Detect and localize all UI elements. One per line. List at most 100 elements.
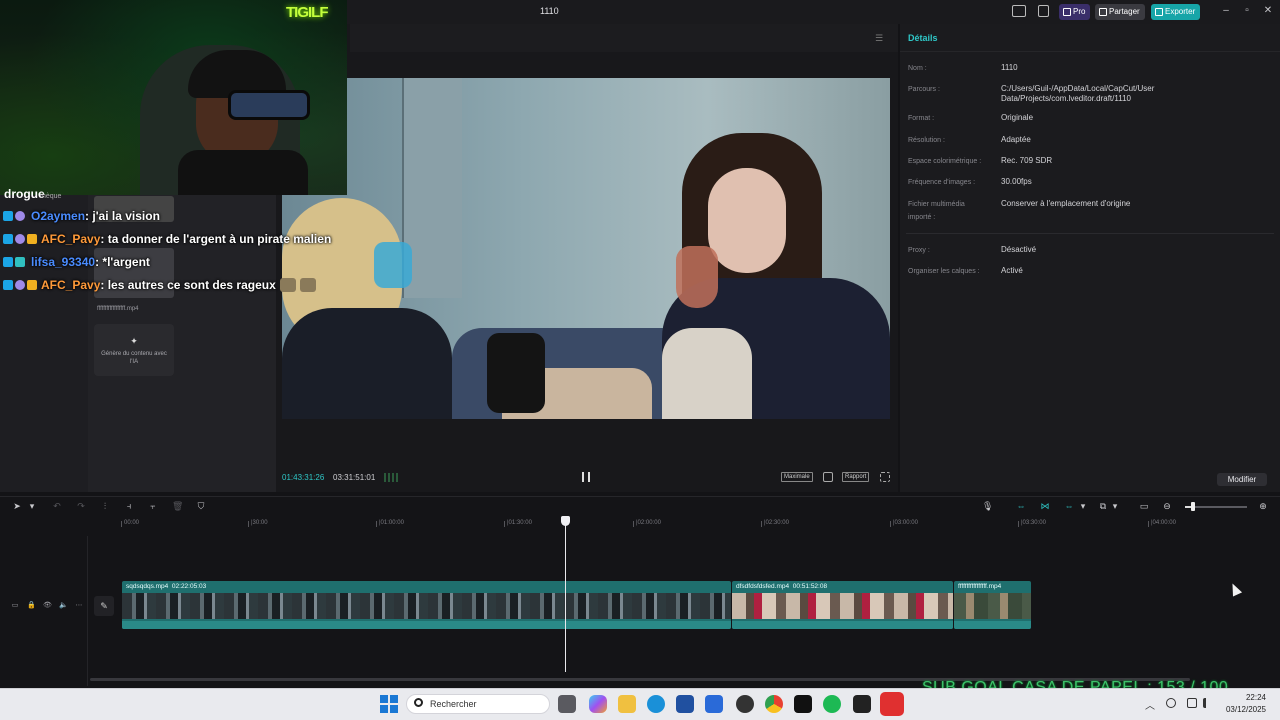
app-icon[interactable] (880, 692, 904, 716)
pro-button[interactable]: Pro (1059, 4, 1091, 20)
eye-icon[interactable]: 👁 (43, 602, 52, 610)
microphone-icon[interactable] (1166, 698, 1176, 708)
webcam-overlay: TIGILF (0, 0, 347, 195)
preview-axis-icon[interactable]: ⧉ (1096, 501, 1110, 511)
emote-icon (299, 278, 316, 292)
taskbar-search[interactable] (406, 694, 550, 714)
player-header (350, 24, 898, 52)
badge-icon (15, 234, 25, 244)
volume-icon[interactable] (1203, 698, 1213, 708)
app-icon[interactable] (705, 695, 723, 713)
detail-value: Désactivé (1001, 245, 1037, 254)
select-tool-icon[interactable]: ➤ (12, 501, 22, 511)
trim-left-icon[interactable]: ⫞ (124, 501, 134, 511)
delete-icon[interactable]: 🗑 (172, 501, 183, 511)
badge-icon (3, 280, 13, 290)
clip-thumbnails (732, 593, 953, 619)
tiktok-icon[interactable] (794, 695, 812, 713)
ratio-button[interactable]: Rapport (842, 472, 870, 482)
screenshot-icon[interactable] (823, 472, 833, 482)
playhead[interactable] (565, 520, 566, 672)
ruler-tick: |03:00:00 (890, 520, 918, 527)
more-icon[interactable]: ⋯ (75, 602, 83, 610)
ruler-tick: 00:00 (120, 520, 140, 527)
chrome-icon[interactable] (765, 695, 783, 713)
pause-button[interactable] (582, 472, 590, 482)
edit-cover-button[interactable]: ✎ (94, 596, 114, 616)
search-placeholder: Rechercher (430, 699, 477, 709)
microphone-icon[interactable]: 🎙 (982, 501, 993, 511)
close-button[interactable]: ✕ (1261, 4, 1275, 18)
snap-icon[interactable]: ⇔ (1062, 501, 1076, 511)
shortcut-icon[interactable] (1038, 5, 1049, 17)
layout-icon[interactable] (1012, 5, 1026, 17)
window-title: 1110 (540, 6, 559, 16)
detail-value: 1110 (1001, 63, 1018, 72)
detail-value: Rec. 709 SDR (1001, 156, 1053, 165)
speaker-icon[interactable]: 🔈 (59, 602, 68, 610)
quality-button[interactable]: Maximale (781, 472, 813, 482)
video-clip[interactable]: dfsdfdsfdsfed.mp4 00:51:52:08 (732, 581, 953, 629)
chat-text: : ta donner de l'argent à un pirate mali… (100, 232, 332, 246)
video-scene (676, 246, 718, 308)
spotify-icon[interactable] (823, 695, 841, 713)
task-view-icon[interactable] (558, 695, 576, 713)
chevron-up-icon[interactable]: ︿ (1145, 697, 1155, 712)
media-caption: ffffffffffffffffff.mp4 (97, 306, 139, 312)
network-icon[interactable] (1187, 698, 1197, 708)
undo-icon[interactable]: ↶ (52, 501, 62, 511)
magnet-icon[interactable]: ⋈ (1038, 501, 1052, 511)
split-icon[interactable]: ⫶ (100, 501, 110, 511)
upload-icon (1155, 8, 1163, 16)
ruler-tick: |03:30:00 (1018, 520, 1046, 527)
cover-icon[interactable]: ▭ (11, 602, 19, 610)
zoom-in-icon[interactable]: ⊕ (1258, 501, 1268, 511)
detail-label: Organiser les calques : (908, 268, 980, 275)
badge-icon (15, 211, 25, 221)
redo-icon[interactable]: ↷ (76, 501, 86, 511)
badge-icon (15, 257, 25, 267)
chevron-down-icon[interactable]: ▾ (1078, 501, 1088, 511)
file-explorer-icon[interactable] (618, 695, 636, 713)
chevron-down-icon[interactable]: ▾ (27, 501, 37, 511)
taskbar (0, 688, 1280, 720)
share-button[interactable]: Partager (1095, 4, 1145, 20)
trim-right-icon[interactable]: ⫟ (148, 501, 158, 511)
maximize-button[interactable]: ▫ (1240, 4, 1254, 18)
shield-icon[interactable]: ⛉ (196, 501, 206, 511)
modify-button[interactable]: Modifier (1217, 473, 1267, 486)
zoom-out-icon[interactable]: ⊖ (1162, 501, 1172, 511)
ai-generate-card[interactable]: ✦ Génère du contenu avec l'IA (94, 324, 174, 376)
lock-icon[interactable]: 🔒 (27, 602, 36, 610)
edge-icon[interactable] (647, 695, 665, 713)
chat-text: : j'ai la vision (85, 209, 160, 223)
app-icon[interactable] (736, 695, 754, 713)
capcut-icon[interactable] (853, 695, 871, 713)
clock-date[interactable]: 03/12/2025 (1222, 705, 1266, 714)
fullscreen-icon[interactable] (880, 472, 890, 482)
detail-label: Espace colorimétrique : (908, 158, 982, 165)
export-button[interactable]: Exporter (1151, 4, 1201, 20)
chevron-down-icon[interactable]: ▾ (1110, 501, 1120, 511)
playhead-handle[interactable] (561, 516, 570, 526)
video-preview[interactable] (282, 78, 890, 419)
ruler-tick: |02:30:00 (761, 520, 789, 527)
menu-icon[interactable]: ☰ (875, 33, 883, 44)
caption-icon[interactable]: ▭ (1137, 501, 1151, 511)
video-clip[interactable]: sqdsqdqs.mp4 02:22:05:03 (122, 581, 731, 629)
detail-value: Conserver à l'emplacement d'origine (1001, 199, 1131, 208)
clip-waveform (122, 621, 731, 629)
minimize-button[interactable]: – (1219, 4, 1233, 18)
zoom-slider-knob[interactable] (1191, 502, 1195, 511)
windows-start-icon[interactable] (380, 695, 398, 713)
link-icon[interactable]: ⇔ (1014, 501, 1028, 511)
time-ruler[interactable] (118, 518, 1280, 530)
chat-username: lifsa_93340 (31, 255, 96, 269)
store-icon[interactable] (676, 695, 694, 713)
video-clip[interactable]: fffffffffffffffff.mp4 (954, 581, 1031, 629)
clock-time[interactable]: 22:24 (1230, 693, 1266, 702)
copilot-icon[interactable] (589, 695, 607, 713)
clip-duration: 02:22:05:03 (171, 583, 207, 590)
audio-meter-icon (384, 473, 398, 482)
emote-icon (279, 278, 296, 292)
